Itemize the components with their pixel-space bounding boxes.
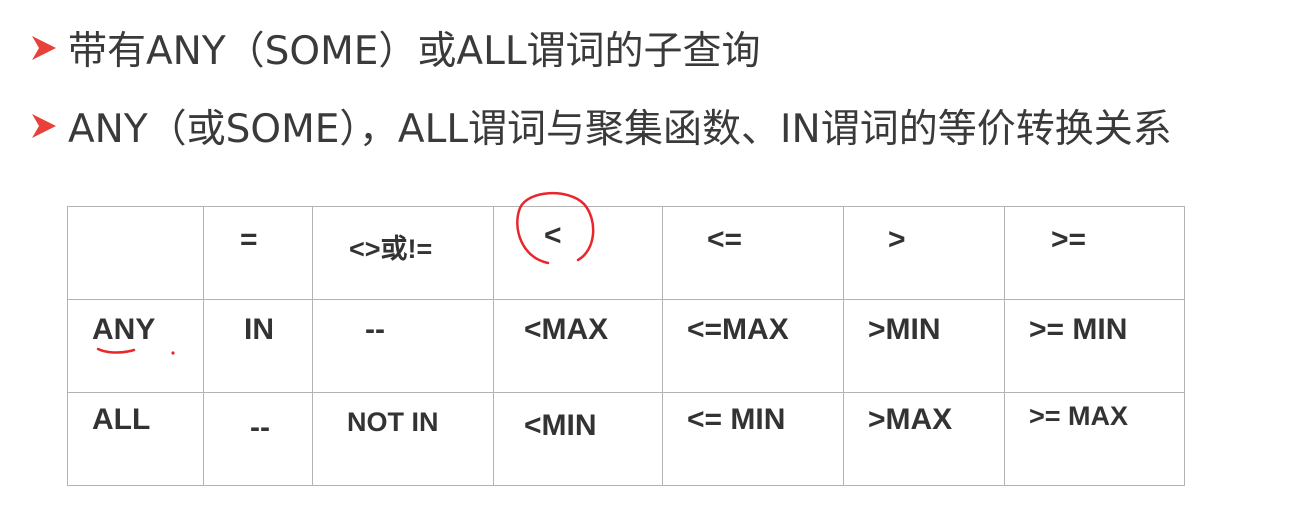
- bullet-1-text: 带有ANY（SOME）或ALL谓词的子查询: [68, 29, 761, 74]
- header-cell: >: [843, 206, 1005, 300]
- cell-text: <=MAX: [687, 313, 789, 346]
- header-eq: =: [240, 223, 258, 256]
- header-cell: >=: [1004, 206, 1185, 300]
- table-cell: >= MAX: [1004, 392, 1185, 486]
- table-cell: >MIN: [843, 299, 1005, 393]
- cell-text: <MIN: [524, 409, 597, 442]
- cell-text: >= MAX: [1029, 401, 1129, 431]
- cell-text: --: [365, 313, 385, 346]
- cell-text: >MAX: [868, 403, 953, 436]
- bullet-1: 带有ANY（SOME）或ALL谓词的子查询: [28, 20, 761, 76]
- cell-text: >= MIN: [1029, 313, 1128, 346]
- header-cell: <=: [662, 206, 844, 300]
- header-neq: <>或!=: [349, 234, 433, 264]
- bullet-2-text: ANY（或SOME），ALL谓词与聚集函数、IN谓词的等价转换关系: [68, 107, 1172, 152]
- cell-text: NOT IN: [347, 407, 439, 437]
- cell-text: IN: [244, 313, 274, 346]
- header-cell: =: [203, 206, 313, 300]
- table-cell: IN: [203, 299, 313, 393]
- table-cell: <MAX: [493, 299, 663, 393]
- table-cell: <=MAX: [662, 299, 844, 393]
- table-header-row: = <>或!= < <= > >=: [67, 206, 1185, 300]
- row-label-all: ALL: [92, 403, 151, 436]
- cell-text: <MAX: [524, 313, 609, 346]
- row-label-any: ANY: [92, 313, 156, 346]
- table-cell: --: [312, 299, 494, 393]
- table-cell: <= MIN: [662, 392, 844, 486]
- comparison-table: = <>或!= < <= > >= ANY IN -- <MAX <=MAX >…: [67, 206, 1185, 486]
- row-label-cell: ANY: [67, 299, 204, 393]
- table-cell: <MIN: [493, 392, 663, 486]
- header-cell: <: [493, 206, 663, 300]
- bullet-2: ANY（或SOME），ALL谓词与聚集函数、IN谓词的等价转换关系: [28, 98, 1172, 154]
- header-gt: >: [888, 223, 906, 256]
- header-ge: >=: [1051, 223, 1087, 256]
- header-le: <=: [707, 223, 743, 256]
- table-cell: >= MIN: [1004, 299, 1185, 393]
- table-row: ANY IN -- <MAX <=MAX >MIN >= MIN: [67, 299, 1185, 393]
- header-lt: <: [544, 219, 562, 252]
- header-cell: <>或!=: [312, 206, 494, 300]
- table-cell: NOT IN: [312, 392, 494, 486]
- table-cell: >MAX: [843, 392, 1005, 486]
- table-cell: --: [203, 392, 313, 486]
- cell-text: <= MIN: [687, 403, 786, 436]
- arrow-bullet-icon: [32, 114, 56, 138]
- row-label-cell: ALL: [67, 392, 204, 486]
- table-row: ALL -- NOT IN <MIN <= MIN >MAX >= MAX: [67, 392, 1185, 486]
- cell-text: --: [250, 411, 270, 444]
- cell-text: >MIN: [868, 313, 941, 346]
- arrow-bullet-icon: [32, 36, 56, 60]
- header-cell-empty: [67, 206, 204, 300]
